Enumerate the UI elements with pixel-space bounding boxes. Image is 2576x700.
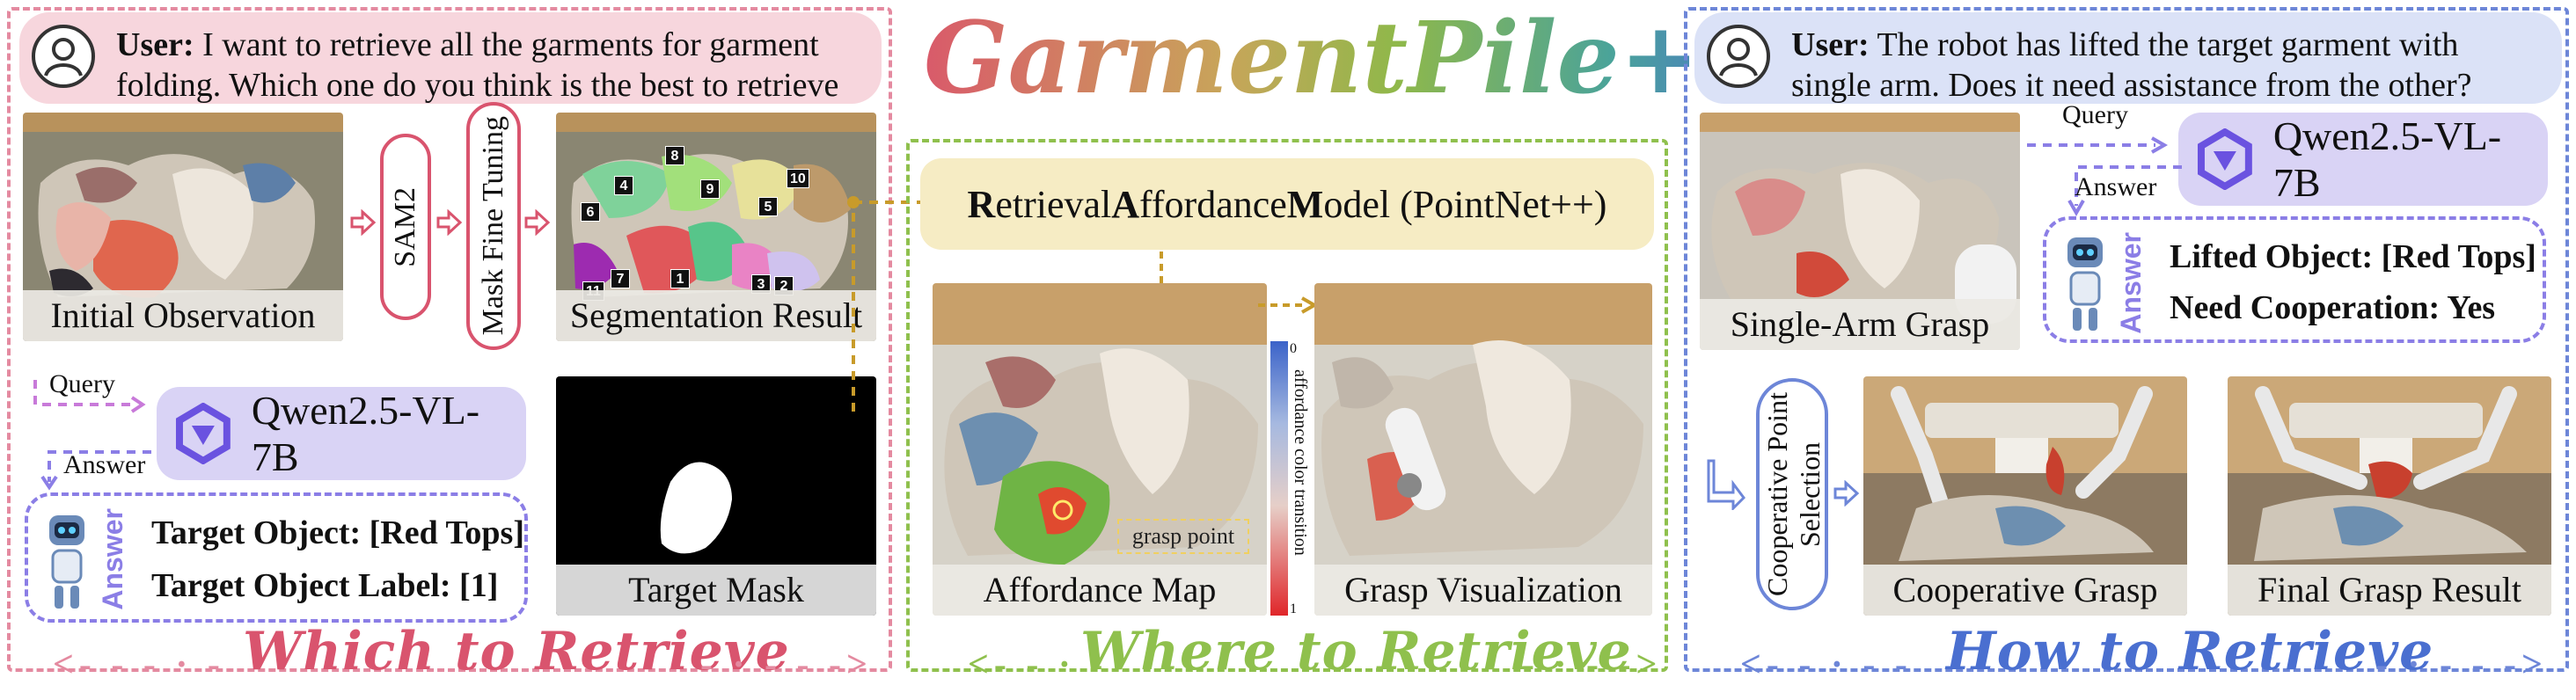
arrow-icon	[436, 208, 463, 237]
answer-tag: Answer	[2115, 232, 2147, 334]
grasp-visualization-caption: Grasp Visualization	[1314, 565, 1652, 616]
answer-tag: Answer	[97, 508, 128, 610]
model-title-part-a: A	[1111, 182, 1140, 226]
robot-icon	[40, 507, 93, 616]
left-arrow-decoration: <- - - · -	[53, 645, 225, 685]
target-mask-caption: Target Mask	[556, 565, 876, 616]
left-arrow-decoration: <- - · - -	[1740, 645, 1913, 685]
arrow-icon	[350, 208, 377, 237]
affordance-to-grasp-arrow	[1256, 292, 1319, 318]
qwen-box-2: Qwen2.5-VL-7B	[2178, 113, 2548, 206]
model-title-part-odel: odel (PointNet++)	[1323, 182, 1607, 226]
user-bubble-2: User: The robot has lifted the target ga…	[1694, 12, 2562, 104]
answer-line-2: Target Object Label: [1]	[151, 567, 499, 604]
colorbar-title: affordance color transition	[1291, 369, 1310, 556]
right-arrow-decoration: - · - - ->	[2375, 645, 2548, 685]
answer-label: Answer	[63, 450, 146, 479]
segmentation-label: 4	[614, 176, 633, 195]
segmentation-label: 9	[700, 179, 720, 199]
segmentation-result-caption: Segmentation Result	[556, 290, 876, 341]
sam2-step: SAM2	[380, 134, 431, 320]
model-title-part-r: R	[967, 182, 996, 226]
segmentation-label: 5	[758, 197, 778, 216]
user-bubble-1: User: I want to retrieve all the garment…	[19, 12, 882, 144]
grasp-point-label: grasp point	[1117, 519, 1249, 554]
model-title-part-m: M	[1286, 182, 1324, 226]
single-arm-grasp-caption: Single-Arm Grasp	[1700, 299, 2020, 350]
cooperative-point-selection-label: Cooperative Point Selection	[1761, 392, 1826, 596]
affordance-map-image: grasp point Affordance Map	[933, 283, 1267, 616]
segmentation-result-image: 8496510211173 Segmentation Result	[556, 113, 876, 341]
title: GarmentPile++	[915, 0, 1784, 116]
segmentation-label: 10	[787, 169, 809, 188]
segmentation-label: 1	[670, 269, 690, 288]
model-name: Qwen2.5-VL-7B	[2272, 113, 2502, 205]
qwen-box-1: Qwen2.5-VL-7B	[157, 387, 526, 480]
model-name: Qwen2.5-VL-7B	[251, 388, 480, 479]
qwen-logo-icon	[175, 403, 231, 464]
final-grasp-result-image: Final Grasp Result	[2228, 376, 2551, 616]
answer-box-1: Answer Target Object: [Red Tops] Target …	[25, 492, 528, 623]
query-arrow	[2023, 132, 2173, 158]
model-title-part-etrieval: etrieval	[995, 182, 1112, 226]
query-label: Query	[2062, 100, 2128, 129]
right-arrow-decoration: - · - - ->	[700, 645, 873, 685]
user-avatar-icon	[32, 25, 95, 88]
segmentation-label: 6	[581, 202, 600, 222]
colorbar-top-label: 0	[1290, 341, 1297, 356]
colorbar-bottom-label: 1	[1290, 602, 1297, 616]
segmentation-label: 7	[611, 269, 630, 288]
initial-observation-caption: Initial Observation	[23, 290, 343, 341]
segmentation-label: 8	[665, 146, 684, 165]
mask-fine-tuning-step: Mask Fine Tuning	[466, 102, 521, 350]
qwen-logo-icon	[2197, 128, 2252, 190]
user-label: User:	[1791, 26, 1870, 63]
answer-label: Answer	[2075, 172, 2157, 201]
target-mask-image: Target Mask	[556, 376, 876, 616]
grasp-visualization-image: Grasp Visualization	[1314, 283, 1652, 616]
arrow-icon	[1833, 479, 1860, 507]
model-title-box: Retrieval Affordance Model (PointNet++)	[920, 158, 1654, 250]
turn-arrow-icon	[1707, 457, 1747, 512]
query-arrow	[32, 376, 146, 429]
final-grasp-result-caption: Final Grasp Result	[2228, 565, 2551, 616]
affordance-map-caption: Affordance Map	[933, 565, 1267, 616]
answer-line-2: Need Cooperation: Yes	[2170, 289, 2496, 326]
user-label: User:	[116, 26, 194, 63]
cooperative-point-selection-step: Cooperative Point Selection	[1756, 378, 1828, 610]
cooperative-grasp-caption: Cooperative Grasp	[1863, 565, 2187, 616]
robot-icon	[2059, 229, 2111, 338]
single-arm-grasp-image: Single-Arm Grasp	[1700, 113, 2020, 350]
affordance-colorbar	[1270, 341, 1288, 616]
title-text: GarmentPile++	[924, 1, 1689, 114]
user-avatar-icon	[1707, 25, 1770, 88]
mask-fine-tuning-label: Mask Fine Tuning	[477, 116, 509, 336]
arrow-icon	[524, 208, 551, 237]
user-question: The robot has lifted the target garment …	[1791, 26, 2472, 104]
title-wordmark: GarmentPile++	[924, 1, 1784, 116]
sam2-label: SAM2	[389, 186, 421, 267]
answer-line-1: Target Object: [Red Tops]	[151, 514, 524, 551]
answer-box-2: Answer Lifted Object: [Red Tops] Need Co…	[2043, 216, 2546, 343]
answer-line-1: Lifted Object: [Red Tops]	[2170, 238, 2536, 275]
cooperative-grasp-image: Cooperative Grasp	[1863, 376, 2187, 616]
model-title-part-ffordance: ffordance	[1139, 182, 1287, 226]
initial-observation-image: Initial Observation	[23, 113, 343, 341]
right-arrow-decoration: - · - ->	[1522, 645, 1663, 685]
how-to-retrieve-title: How to Retrieve	[1946, 621, 2434, 682]
